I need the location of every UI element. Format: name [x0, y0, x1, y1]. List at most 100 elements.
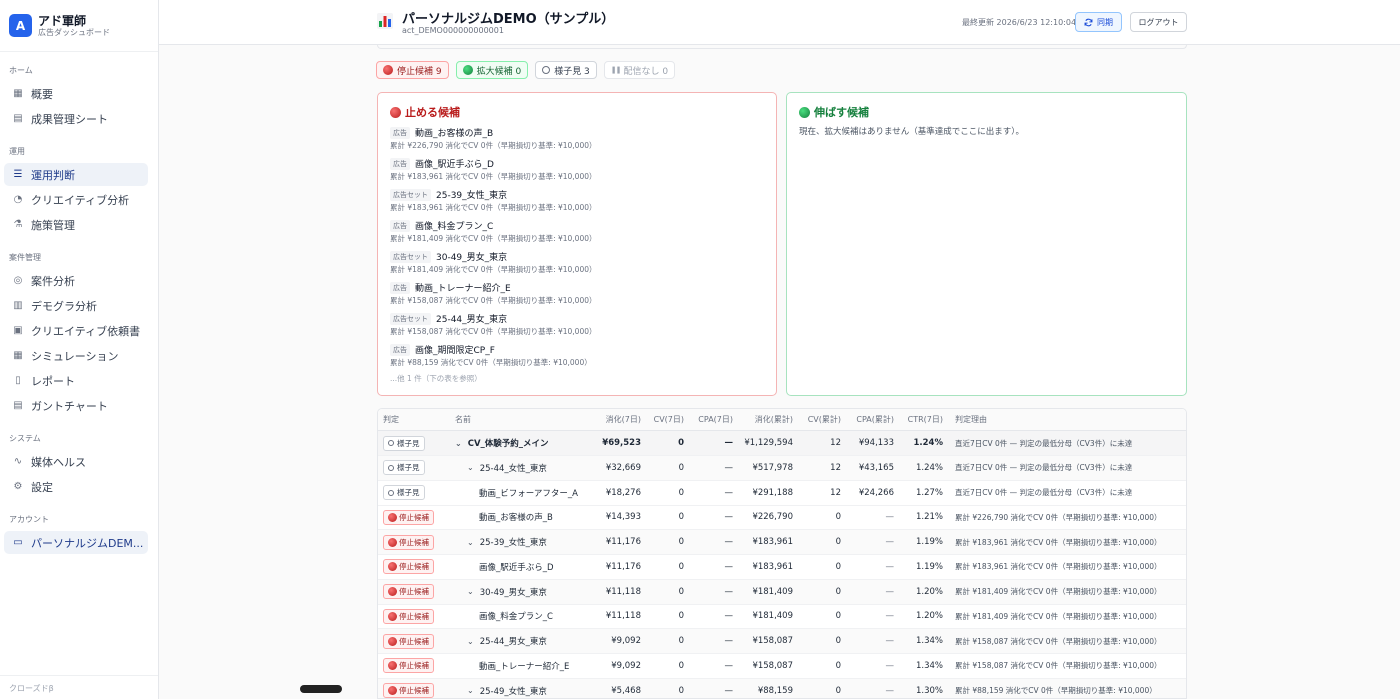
sidebar-item-2-5[interactable]: ▤ ガントチャート: [4, 394, 148, 417]
table-row[interactable]: 様子見 動画_ビフォーアフター_A ¥18,276 0 — ¥291,188 1…: [378, 481, 1186, 506]
candidate-item[interactable]: 広告 画像_期間限定CP_F 累計 ¥88,159 消化でCV 0件（早期損切り基…: [390, 342, 770, 373]
table-row[interactable]: 停止候補 ⌄ 30-49_男女_東京 ¥11,118 0 — ¥181,409 0…: [378, 579, 1186, 605]
col-reason[interactable]: 判定理由: [955, 409, 987, 430]
cv7-cell: 0: [678, 438, 684, 448]
table-row[interactable]: 停止候補 ⌄ 25-39_女性_東京 ¥11,176 0 — ¥183,961 0…: [378, 530, 1186, 555]
sidebar: A アド軍師 広告ダッシュボード ホーム ▦ 概要 ▤ 成果管理シート 運用 ☰…: [0, 0, 159, 699]
col-cpa7[interactable]: CPA(7日): [684, 409, 733, 430]
candidate-item[interactable]: 広告セット 25-44_男女_東京 累計 ¥158,087 消化でCV 0件（早期…: [390, 311, 770, 342]
spend7-cell: ¥9,092: [611, 636, 641, 646]
chevron-down-icon[interactable]: ⌄: [467, 686, 474, 695]
candidate-item[interactable]: 広告 動画_トレーナー紹介_E 累計 ¥158,087 消化でCV 0件（早期損切…: [390, 280, 770, 311]
ctr7-cell: 1.20%: [915, 611, 943, 622]
cv7-cell: 0: [678, 636, 684, 646]
red-circle-icon: [390, 106, 401, 118]
sidebar-item-3-0[interactable]: ∿ 媒体ヘルス: [4, 450, 148, 473]
chip-label: 拡大候補 0: [476, 66, 522, 77]
cv7-cell: 0: [678, 586, 684, 597]
badge-label: 停止候補: [399, 611, 429, 621]
document-icon: ▯: [15, 375, 21, 386]
candidate-name: 画像_期間限定CP_F: [415, 346, 495, 356]
col-cv7[interactable]: CV(7日): [641, 409, 684, 430]
grid-icon: ▦: [13, 88, 23, 99]
sidebar-item-2-2[interactable]: ▣ クリエイティブ依頼書: [4, 319, 148, 342]
candidate-level-tag: 広告セット: [390, 312, 431, 325]
filter-chip-none[interactable]: ❚❚ 配信なし 0: [603, 61, 676, 79]
sidebar-item-2-3[interactable]: ▦ シミュレーション: [4, 344, 148, 367]
table-row[interactable]: 停止候補 ⌄ 25-49_女性_東京 ¥5,468 0 — ¥88,159 0 —…: [378, 678, 1186, 698]
col-cv-cum[interactable]: CV(累計): [793, 409, 841, 430]
table-row[interactable]: 停止候補 画像_駅近手ぶら_D ¥11,176 0 — ¥183,961 0 —…: [378, 555, 1186, 580]
sidebar-item-label: クリエイティブ分析: [31, 193, 130, 207]
sync-label: 同期: [1097, 17, 1113, 27]
cv7-cell: 0: [678, 462, 684, 473]
app-subtitle: 広告ダッシュボード: [38, 27, 110, 37]
table-row[interactable]: 停止候補 動画_トレーナー紹介_E ¥9,092 0 — ¥158,087 0 …: [378, 654, 1186, 679]
table-row[interactable]: 停止候補 ⌄ 25-44_男女_東京 ¥9,092 0 — ¥158,087 0 …: [378, 629, 1186, 654]
filter-chip-stop[interactable]: 停止候補 9: [376, 61, 449, 79]
table-row[interactable]: 様子見 ⌄ 25-44_女性_東京 ¥32,669 0 — ¥517,978 12…: [378, 455, 1186, 481]
table-row[interactable]: 停止候補 動画_お客様の声_B ¥14,393 0 — ¥226,790 0 —…: [378, 505, 1186, 531]
spend-cum-cell: ¥158,087: [752, 660, 793, 671]
row-name: 画像_料金プラン_C: [479, 612, 553, 623]
candidate-name: 動画_お客様の声_B: [415, 129, 494, 139]
chevron-down-icon[interactable]: ⌄: [467, 538, 474, 547]
chevron-down-icon[interactable]: ⌄: [467, 587, 474, 596]
gantt-icon: ▤: [13, 400, 23, 411]
sidebar-item-1-0[interactable]: ☰ 運用判断: [4, 163, 148, 186]
red-circle-icon: [388, 587, 397, 596]
cv-cum-cell: 0: [835, 611, 841, 622]
table-row[interactable]: 停止候補 画像_料金プラン_C ¥11,118 0 — ¥181,409 0 —…: [378, 604, 1186, 630]
row-name-cell: 画像_料金プラン_C: [479, 604, 553, 628]
sidebar-item-1-2[interactable]: ⚗ 施策管理: [4, 213, 148, 236]
sidebar-item-3-1[interactable]: ⚙ 設定: [4, 475, 148, 498]
row-name: 25-49_女性_東京: [479, 686, 547, 697]
sidebar-item-4-0[interactable]: ▭ パーソナルジムDEM...: [4, 531, 148, 554]
ctr7-cell: 1.19%: [915, 537, 943, 547]
sidebar-item-0-0[interactable]: ▦ 概要: [4, 82, 148, 105]
app-title: アド軍師: [38, 13, 87, 28]
sidebar-item-0-1[interactable]: ▤ 成果管理シート: [4, 107, 148, 130]
candidate-name: 画像_料金プラン_C: [415, 222, 494, 232]
cv-cum-cell: 0: [835, 512, 841, 523]
chevron-down-icon[interactable]: ⌄: [467, 463, 474, 472]
candidate-item[interactable]: 広告 動画_お客様の声_B 累計 ¥226,790 消化でCV 0件（早期損切り基…: [390, 125, 770, 156]
filter-chip-grow[interactable]: 拡大候補 0: [455, 61, 529, 79]
sidebar-item-2-4[interactable]: ▯ レポート: [4, 369, 148, 392]
row-name: 25-44_男女_東京: [479, 637, 547, 647]
reason-cell: 累計 ¥158,087 消化でCV 0件（早期損切り基準: ¥10,000）: [955, 661, 1162, 671]
sidebar-item-label: レポート: [31, 374, 75, 388]
cpa-cum-cell: —: [885, 512, 895, 523]
col-ctr7[interactable]: CTR(7日): [894, 409, 943, 430]
candidate-name: 25-44_男女_東京: [436, 315, 508, 325]
col-spend7[interactable]: 消化(7日): [583, 409, 641, 430]
filter-chip-watch[interactable]: 様子見 3: [535, 61, 597, 79]
sidebar-item-1-1[interactable]: ◔ クリエイティブ分析: [4, 188, 148, 211]
reason-cell: 累計 ¥158,087 消化でCV 0件（早期損切り基準: ¥10,000）: [955, 636, 1162, 646]
sidebar-item-2-1[interactable]: ▥ デモグラ分析: [4, 294, 148, 317]
col-judge[interactable]: 判定: [383, 409, 399, 430]
sidebar-item-2-0[interactable]: ◎ 案件分析: [4, 269, 148, 292]
candidate-name: 動画_トレーナー紹介_E: [415, 284, 511, 294]
candidate-item[interactable]: 広告セット 25-39_女性_東京 累計 ¥183,961 消化でCV 0件（早期…: [390, 187, 770, 218]
sync-button[interactable]: 同期: [1075, 12, 1122, 32]
ctr7-cell: 1.34%: [915, 636, 943, 646]
chevron-down-icon[interactable]: ⌄: [455, 439, 462, 448]
col-cpa-cum[interactable]: CPA(累計): [841, 409, 894, 430]
col-spend-cum[interactable]: 消化(累計): [733, 409, 793, 430]
spend-cum-cell: ¥183,961: [752, 537, 793, 547]
table-row[interactable]: 様子見 ⌄ CV_体験予約_メイン ¥69,523 0 — ¥1,129,594 …: [378, 431, 1186, 456]
candidate-item[interactable]: 広告 画像_駅近手ぶら_D 累計 ¥183,961 消化でCV 0件（早期損切り基…: [390, 156, 770, 187]
candidate-item[interactable]: 広告 画像_料金プラン_C 累計 ¥181,409 消化でCV 0件（早期損切り基…: [390, 218, 770, 249]
logout-button[interactable]: ログアウト: [1130, 12, 1187, 32]
candidate-item[interactable]: 広告セット 30-49_男女_東京 累計 ¥181,409 消化でCV 0件（早期…: [390, 249, 770, 280]
redaction-mark: [300, 685, 342, 693]
chip-label: 配信なし 0: [623, 66, 669, 77]
col-name[interactable]: 名前: [455, 409, 471, 430]
candidate-detail: 累計 ¥226,790 消化でCV 0件（早期損切り基準: ¥10,000）: [390, 141, 597, 150]
red-circle-icon: [388, 636, 397, 646]
chevron-down-icon[interactable]: ⌄: [467, 637, 474, 646]
candidate-name: 25-39_女性_東京: [436, 191, 508, 201]
ctr7-cell: 1.19%: [915, 561, 943, 572]
ctr7-cell: 1.24%: [913, 438, 944, 448]
